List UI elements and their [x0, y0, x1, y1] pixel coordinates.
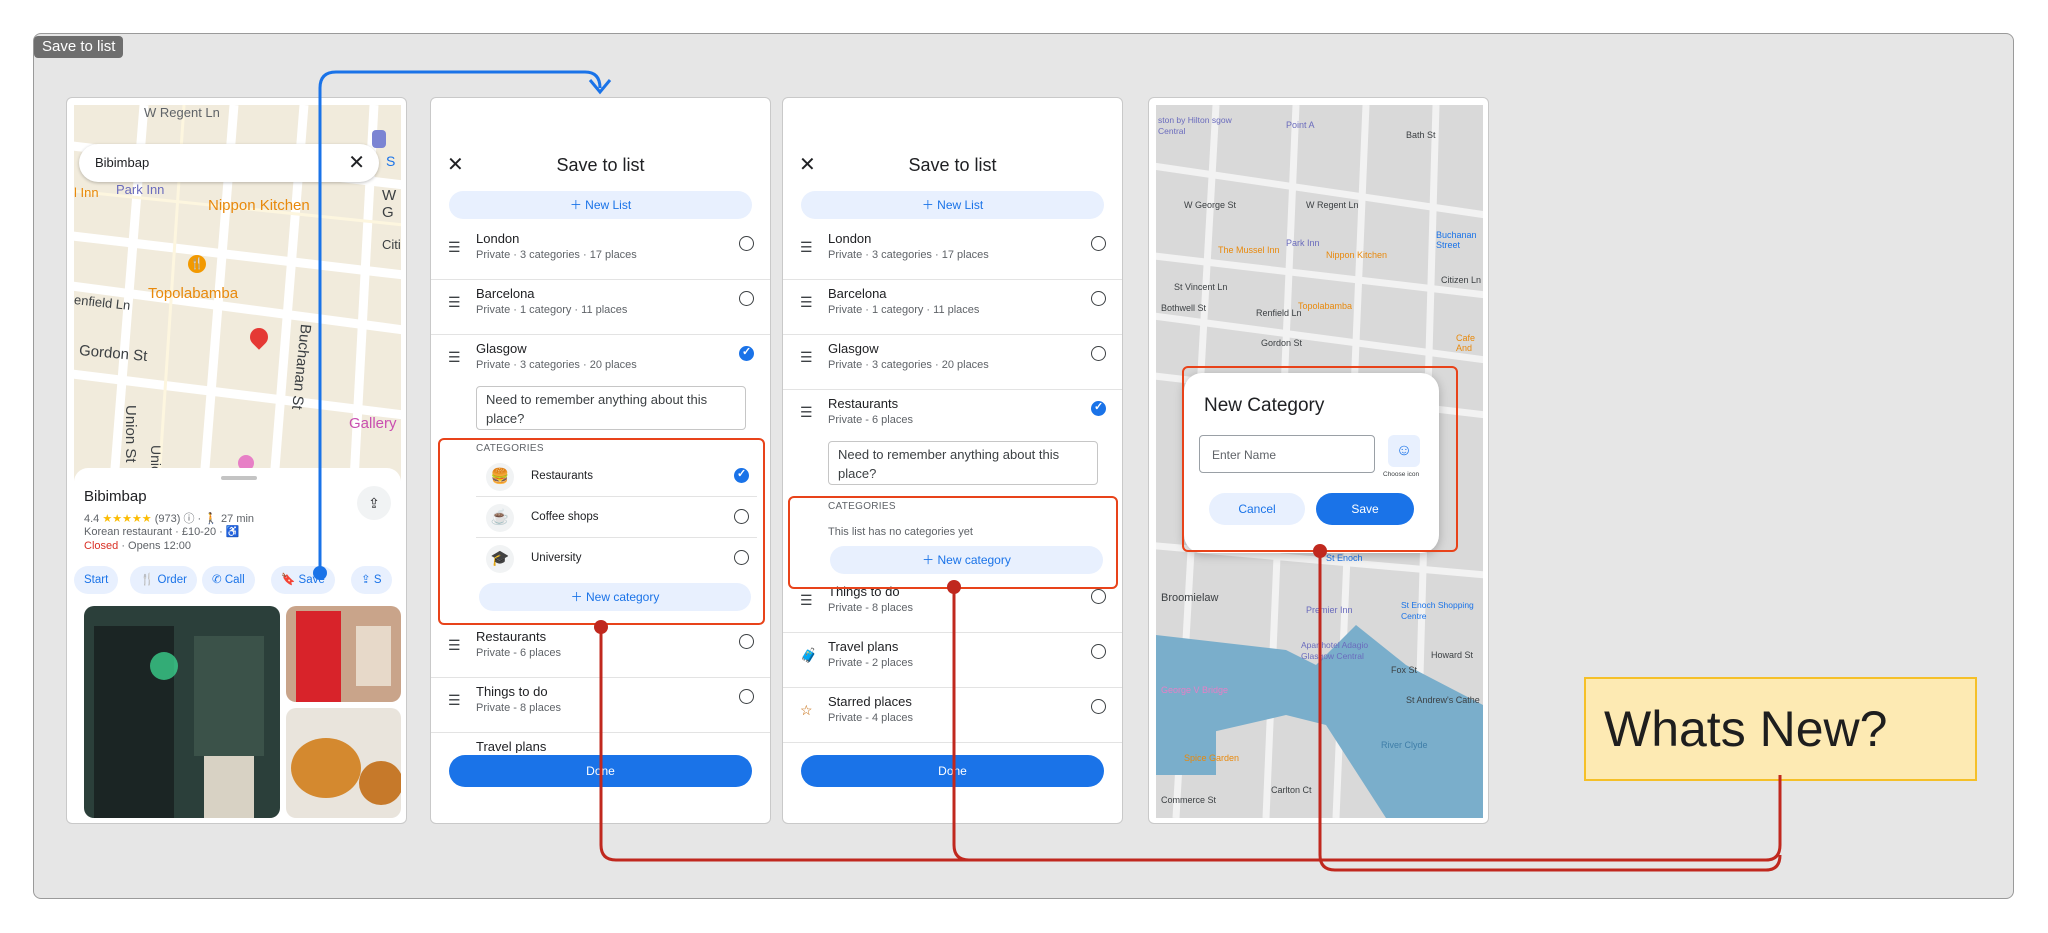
connector-dot [947, 580, 961, 594]
flow-start-dot [313, 566, 327, 580]
connector-dot [594, 620, 608, 634]
flow-connectors [313, 70, 1782, 872]
flow-arrow-line [318, 70, 602, 573]
whats-new-connectors [599, 550, 1782, 872]
connector-dot [1313, 544, 1327, 558]
